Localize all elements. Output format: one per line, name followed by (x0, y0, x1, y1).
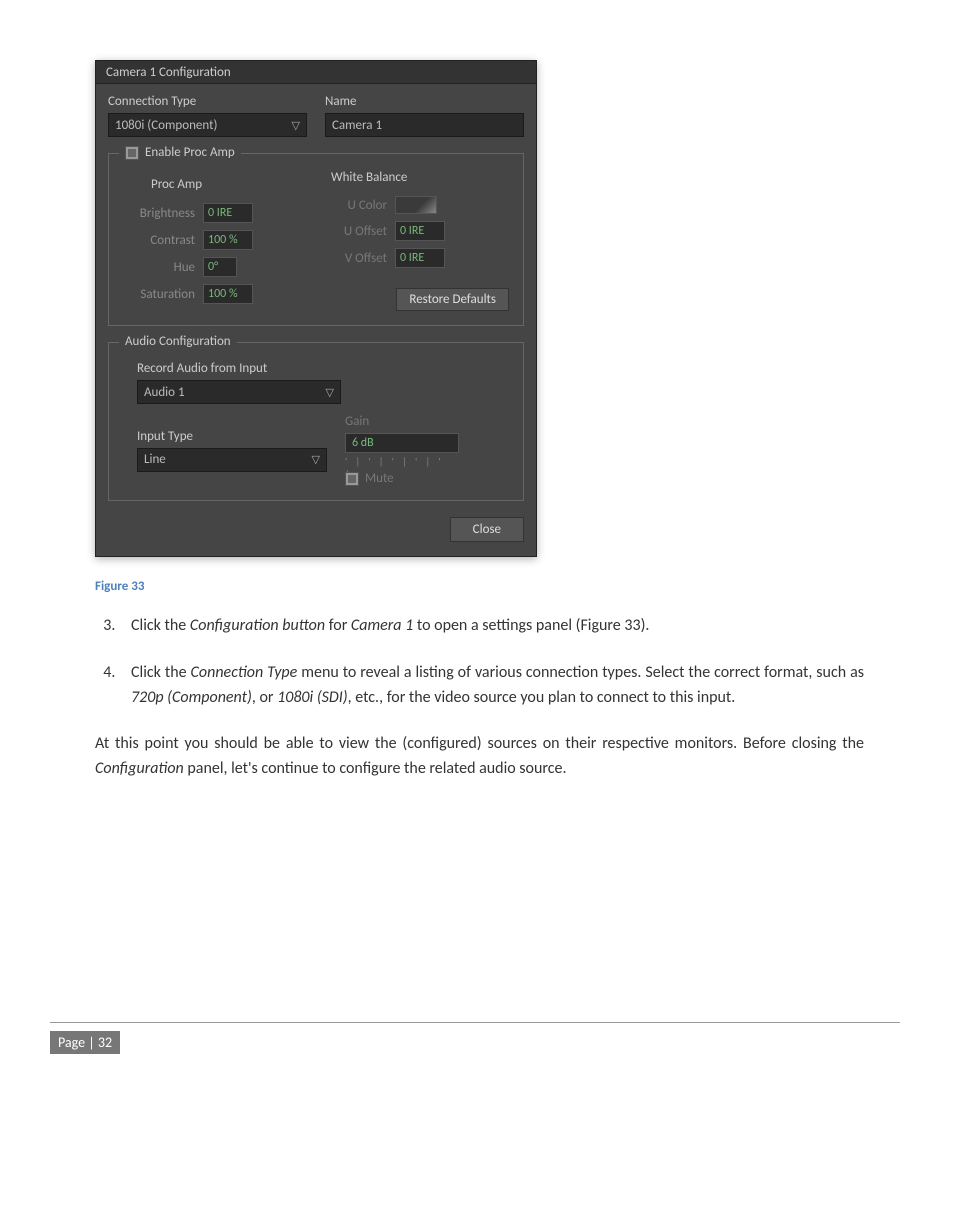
name-value: Camera 1 (332, 118, 382, 133)
dropdown-icon: ▽ (286, 119, 300, 132)
dialog-title: Camera 1 Configuration (96, 61, 536, 84)
proc-amp-heading: Proc Amp (151, 177, 301, 192)
input-type-value: Line (144, 452, 166, 467)
saturation-label: Saturation (123, 287, 195, 302)
brightness-label: Brightness (123, 206, 195, 221)
hue-label: Hue (123, 260, 195, 275)
close-button[interactable]: Close (450, 517, 524, 542)
proc-amp-group: Enable Proc Amp Proc Amp Brightness 0 IR… (108, 153, 524, 326)
record-audio-label: Record Audio from Input (137, 361, 509, 376)
page-footer: Page | 32 (50, 1022, 900, 1054)
step-3: Click the Configuration button for Camer… (119, 614, 864, 639)
name-label: Name (325, 94, 524, 109)
contrast-label: Contrast (123, 233, 195, 248)
paragraph: At this point you should be able to view… (95, 732, 864, 782)
dropdown-icon: ▽ (320, 386, 334, 399)
u-offset-label: U Offset (331, 224, 387, 239)
contrast-value[interactable]: 100 % (203, 230, 253, 250)
step-4: Click the Connection Type menu to reveal… (119, 661, 864, 711)
brightness-value[interactable]: 0 IRE (203, 203, 253, 223)
restore-defaults-button[interactable]: Restore Defaults (396, 288, 509, 311)
camera-config-dialog: Camera 1 Configuration Connection Type 1… (95, 60, 537, 557)
v-offset-label: V Offset (331, 251, 387, 266)
white-balance-heading: White Balance (331, 170, 509, 185)
input-type-select[interactable]: Line ▽ (137, 448, 327, 472)
input-type-label: Input Type (137, 429, 327, 444)
u-offset-value[interactable]: 0 IRE (395, 221, 445, 241)
audio-config-heading: Audio Configuration (119, 334, 237, 349)
gain-value[interactable]: 6 dB (345, 433, 459, 453)
record-audio-select[interactable]: Audio 1 ▽ (137, 380, 341, 404)
figure-caption: Figure 33 (95, 579, 904, 594)
u-color-swatch[interactable] (395, 196, 437, 214)
mute-checkbox[interactable] (345, 472, 359, 486)
name-input[interactable]: Camera 1 (325, 113, 524, 137)
enable-proc-amp-checkbox[interactable] (125, 146, 139, 160)
gain-label: Gain (345, 414, 459, 429)
dialog-body: Connection Type 1080i (Component) ▽ Name… (96, 84, 536, 556)
gain-slider-ticks: ' | ' | ' | ' | ' | (345, 455, 455, 465)
connection-type-label: Connection Type (108, 94, 307, 109)
saturation-value[interactable]: 100 % (203, 284, 253, 304)
connection-type-select[interactable]: 1080i (Component) ▽ (108, 113, 307, 137)
instruction-list: Click the Configuration button for Camer… (95, 614, 864, 710)
enable-proc-amp-label: Enable Proc Amp (145, 145, 235, 160)
v-offset-value[interactable]: 0 IRE (395, 248, 445, 268)
mute-label: Mute (365, 471, 394, 486)
dropdown-icon: ▽ (306, 453, 320, 466)
u-color-label: U Color (331, 198, 387, 213)
page-number: Page | 32 (50, 1031, 120, 1054)
audio-config-group: Audio Configuration Record Audio from In… (108, 342, 524, 501)
hue-value[interactable]: 0° (203, 257, 237, 277)
record-audio-value: Audio 1 (144, 385, 185, 400)
connection-type-value: 1080i (Component) (115, 118, 217, 133)
